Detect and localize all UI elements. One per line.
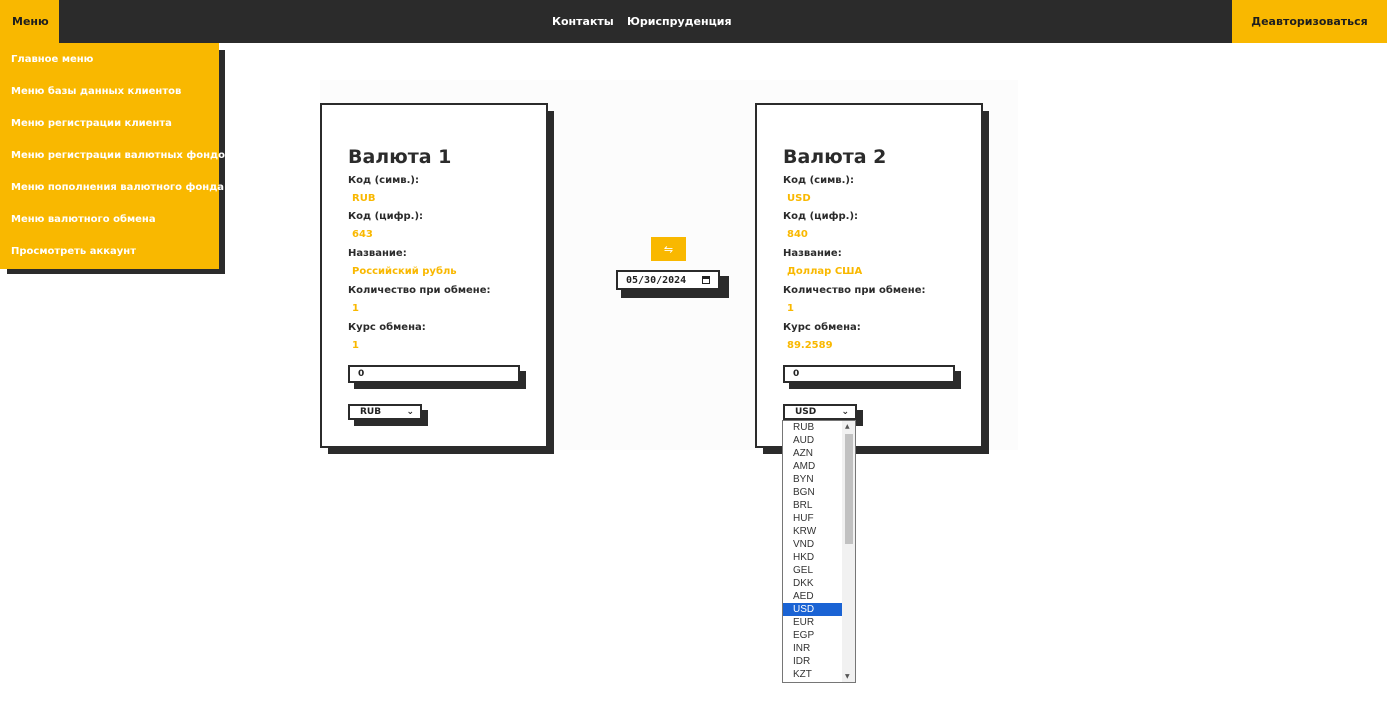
- currency2-title: Валюта 2: [783, 146, 887, 168]
- currency1-code-num-label: Код (цифр.):: [348, 211, 424, 222]
- swap-currencies-button[interactable]: ⇋: [651, 237, 686, 261]
- currency2-qty: 1: [787, 303, 794, 314]
- currency2-code-sym-label: Код (симв.):: [783, 175, 854, 186]
- currency2-code-num: 840: [787, 229, 808, 240]
- dropdown-option[interactable]: BGN: [783, 486, 843, 499]
- dropdown-option[interactable]: AMD: [783, 460, 843, 473]
- menu-button[interactable]: Меню: [0, 0, 59, 43]
- dropdown-option[interactable]: BRL: [783, 499, 843, 512]
- currency1-code-sym: RUB: [352, 193, 376, 204]
- currency2-code-num-label: Код (цифр.):: [783, 211, 859, 222]
- top-navigation-bar: Меню Контакты Юриспруденция Деавторизова…: [0, 0, 1387, 43]
- chevron-down-icon: ⌄: [841, 407, 849, 417]
- side-menu-item-client-registration[interactable]: Меню регистрации клиента: [11, 118, 172, 129]
- scroll-down-icon[interactable]: ▼: [845, 673, 850, 680]
- currency1-code-num: 643: [352, 229, 373, 240]
- dropdown-option[interactable]: GEL: [783, 564, 843, 577]
- currency1-name: Российский рубль: [352, 266, 457, 277]
- currency1-amount-input[interactable]: [348, 365, 520, 383]
- currency2-amount-input[interactable]: [783, 365, 955, 383]
- currency2-rate-label: Курс обмена:: [783, 322, 861, 333]
- dropdown-option[interactable]: VND: [783, 538, 843, 551]
- side-menu-item-currency-exchange[interactable]: Меню валютного обмена: [11, 214, 156, 225]
- chevron-down-icon: ⌄: [406, 407, 414, 417]
- currency1-rate-label: Курс обмена:: [348, 322, 426, 333]
- scrollbar-thumb[interactable]: [845, 434, 853, 544]
- dropdown-option[interactable]: EUR: [783, 616, 843, 629]
- side-menu-item-main[interactable]: Главное меню: [11, 54, 93, 65]
- currency2-code-sym: USD: [787, 193, 811, 204]
- logout-button[interactable]: Деавторизоваться: [1232, 0, 1387, 43]
- currency1-select-value: RUB: [360, 407, 382, 417]
- currency1-rate: 1: [352, 340, 359, 351]
- dropdown-option[interactable]: AZN: [783, 447, 843, 460]
- date-value: 05/30/2024: [626, 274, 687, 286]
- dropdown-option[interactable]: KRW: [783, 525, 843, 538]
- dropdown-option[interactable]: AUD: [783, 434, 843, 447]
- swap-icon: ⇋: [663, 242, 674, 256]
- currency1-qty-label: Количество при обмене:: [348, 285, 491, 296]
- dropdown-option[interactable]: HKD: [783, 551, 843, 564]
- nav-link-jurisprudence[interactable]: Юриспруденция: [627, 0, 732, 43]
- currency2-name-label: Название:: [783, 248, 842, 259]
- currency1-code-sym-label: Код (симв.):: [348, 175, 419, 186]
- dropdown-option[interactable]: BYN: [783, 473, 843, 486]
- currency1-name-label: Название:: [348, 248, 407, 259]
- side-menu-item-clients-db[interactable]: Меню базы данных клиентов: [11, 86, 181, 97]
- date-input[interactable]: 05/30/2024: [616, 270, 720, 290]
- currency1-title: Валюта 1: [348, 146, 452, 168]
- currency2-dropdown-list[interactable]: RUB AUD AZN AMD BYN BGN BRL HUF KRW VND HKD GEL DKK A…: [782, 420, 856, 683]
- currency1-select[interactable]: RUB ⌄: [348, 404, 422, 420]
- dropdown-option[interactable]: KZT: [783, 668, 843, 681]
- dropdown-option[interactable]: HUF: [783, 512, 843, 525]
- side-menu: Главное меню Меню базы данных клиентов М…: [0, 43, 231, 269]
- currency1-qty: 1: [352, 303, 359, 314]
- currency2-select-value: USD: [795, 407, 817, 417]
- dropdown-option[interactable]: EGP: [783, 629, 843, 642]
- dropdown-option[interactable]: AED: [783, 590, 843, 603]
- currency2-name: Доллар США: [787, 266, 863, 277]
- nav-link-contacts[interactable]: Контакты: [552, 0, 614, 43]
- side-menu-item-view-account[interactable]: Просмотреть аккаунт: [11, 246, 136, 257]
- dropdown-option[interactable]: INR: [783, 642, 843, 655]
- dropdown-options: RUB AUD AZN AMD BYN BGN BRL HUF KRW VND HKD GEL DKK A…: [783, 421, 843, 681]
- dropdown-option[interactable]: RUB: [783, 421, 843, 434]
- currency2-rate: 89.2589: [787, 340, 833, 351]
- dropdown-option[interactable]: DKK: [783, 577, 843, 590]
- dropdown-option[interactable]: USD: [783, 603, 843, 616]
- currency2-qty-label: Количество при обмене:: [783, 285, 926, 296]
- side-menu-item-fund-topup[interactable]: Меню пополнения валютного фонда: [11, 182, 224, 193]
- calendar-icon[interactable]: [702, 276, 710, 284]
- side-menu-item-fund-registration[interactable]: Меню регистрации валютных фондов: [11, 150, 231, 161]
- dropdown-option[interactable]: IDR: [783, 655, 843, 668]
- currency2-select[interactable]: USD ⌄: [783, 404, 857, 420]
- scroll-up-icon[interactable]: ▲: [845, 423, 850, 430]
- dropdown-scrollbar[interactable]: ▲ ▼: [842, 421, 855, 682]
